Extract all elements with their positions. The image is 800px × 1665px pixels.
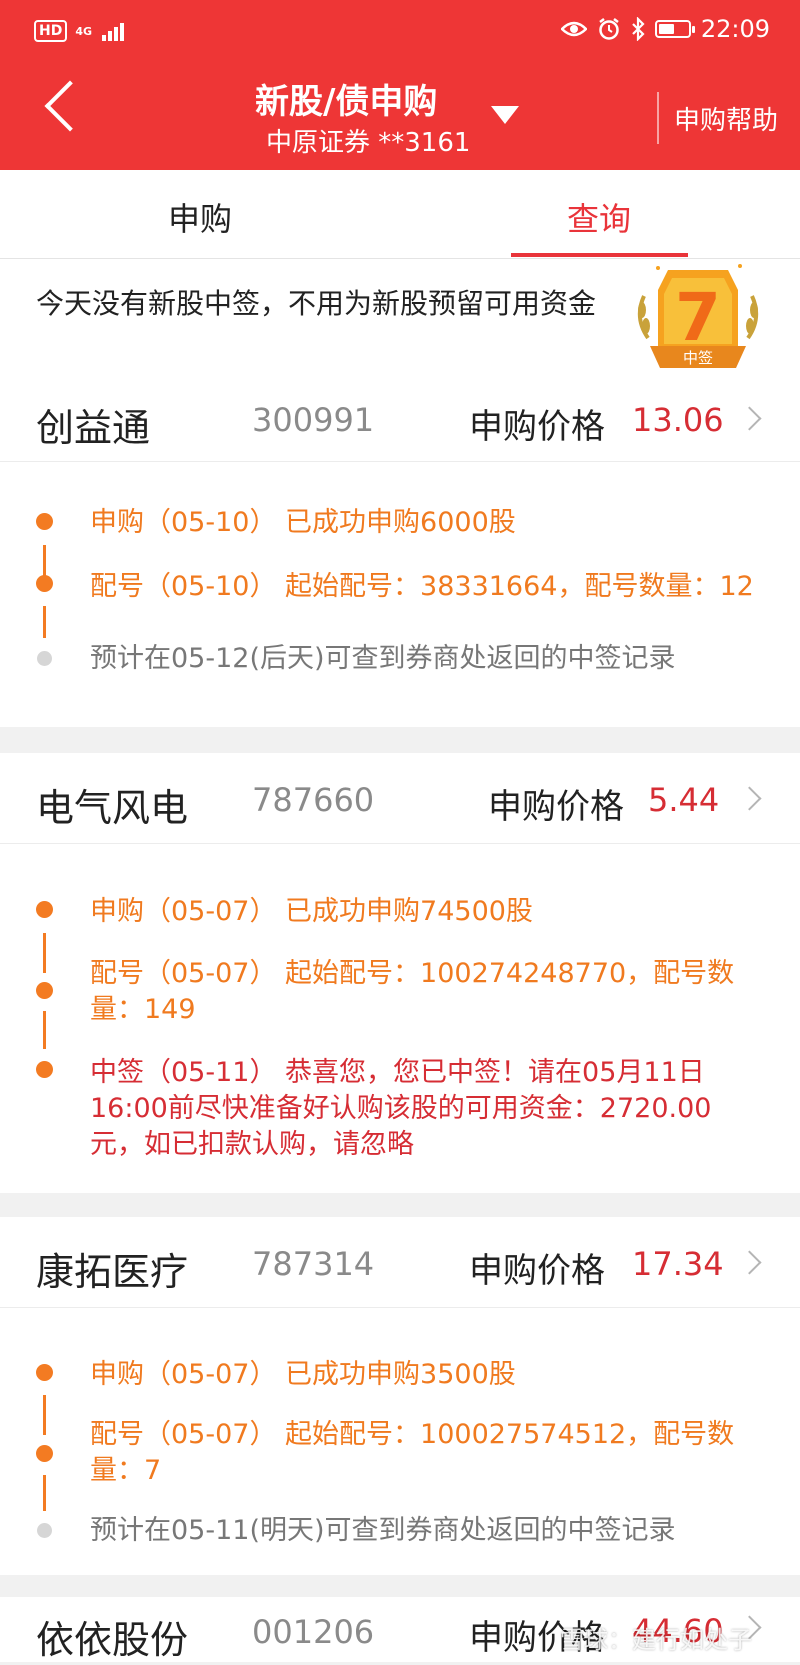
back-arrow-icon[interactable]	[44, 80, 96, 132]
timeline-line	[43, 545, 46, 579]
help-button[interactable]: 申购帮助	[674, 100, 778, 137]
price-label: 申购价格	[469, 1251, 605, 1291]
timeline-event: 申购（05-07） 已成功申购3500股	[90, 1359, 516, 1390]
tab-bar: 申购 查询	[0, 170, 800, 259]
chevron-right-icon[interactable]	[737, 1250, 762, 1275]
stock-name: 依依股份	[36, 1618, 189, 1662]
timeline-event: 预计在05-11(明天)可查到券商处返回的中签记录	[90, 1515, 676, 1546]
stock-name: 创益通	[36, 406, 151, 450]
price-label: 申购价格	[469, 407, 605, 447]
eye-icon	[560, 21, 587, 37]
timeline-dot	[37, 1523, 52, 1538]
timeline-line	[43, 1475, 46, 1511]
stock-name: 康拓医疗	[36, 1250, 189, 1294]
stock-card: 电气风电 787660 申购价格 5.44 申购（05-07） 已成功申购745…	[0, 753, 800, 1193]
timeline-event-won: 中签（05-11） 恭喜您，您已中签！请在05月11日16:00前尽快准备好认购…	[90, 1057, 712, 1160]
timeline-line	[43, 606, 46, 638]
timeline-event: 配号（05-07） 起始配号：100027574512，配号数量：7	[90, 1419, 735, 1486]
watermark: 雪球：建行如处子	[560, 1626, 752, 1654]
notice-text: 今天没有新股中签，不用为新股预留可用资金	[36, 287, 597, 320]
stock-card: 创益通 300991 申购价格 13.06 申购（05-10） 已成功申购600…	[0, 393, 800, 727]
timeline-event: 申购（05-10） 已成功申购6000股	[90, 507, 516, 538]
price-label: 申购价格	[488, 787, 624, 827]
stock-card-header[interactable]: 康拓医疗 787314 申购价格 17.34	[0, 1217, 800, 1308]
stock-price: 5.44	[648, 781, 720, 819]
timeline-line	[43, 933, 46, 973]
stock-card: 康拓医疗 787314 申购价格 17.34 申购（05-07） 已成功申购35…	[0, 1217, 800, 1575]
status-right: 22:09	[560, 15, 770, 43]
timeline-dot	[36, 1364, 53, 1381]
signal-icon	[102, 21, 125, 41]
stock-code: 787314	[252, 1245, 375, 1283]
app-header: HD 4G 22:09 新股/债申购 中原证券 **3161 申购帮助	[0, 0, 800, 170]
tab-query[interactable]: 查询	[567, 194, 631, 240]
status-bar: HD 4G 22:09	[0, 0, 800, 62]
header-divider	[657, 92, 659, 144]
timeline-dot	[36, 982, 53, 999]
hd-icon: HD	[34, 20, 68, 42]
badge-label: 中签	[683, 349, 713, 367]
stock-code: 300991	[252, 401, 375, 439]
timeline-line	[43, 1011, 46, 1049]
timeline-event: 配号（05-10） 起始配号：38331664，配号数量：12	[90, 571, 754, 602]
stock-code: 787660	[252, 781, 375, 819]
timeline-event: 申购（05-07） 已成功申购74500股	[90, 896, 533, 927]
stock-code: 001206	[252, 1613, 375, 1651]
page-title: 新股/债申购	[255, 82, 438, 122]
chevron-right-icon[interactable]	[737, 406, 762, 431]
badge-number: 7	[675, 279, 721, 356]
network-type: 4G	[75, 24, 93, 38]
timeline-dot	[36, 901, 53, 918]
timeline-dot	[36, 575, 53, 592]
timeline-dot	[36, 1445, 53, 1462]
account-subtitle[interactable]: 中原证券 **3161	[266, 122, 470, 159]
tab-apply[interactable]: 申购	[168, 194, 232, 240]
stock-price: 13.06	[632, 401, 724, 439]
account-dropdown-icon[interactable]	[491, 106, 519, 124]
bluetooth-icon	[632, 17, 645, 41]
lottery-badge-icon: 7 中签	[637, 264, 759, 368]
timeline-dot	[36, 513, 53, 530]
stock-price: 17.34	[632, 1245, 724, 1283]
timeline-line	[43, 1395, 46, 1435]
alarm-icon	[599, 18, 619, 40]
timeline-dot	[37, 651, 52, 666]
status-left: HD 4G	[34, 20, 125, 42]
chevron-right-icon[interactable]	[737, 786, 762, 811]
clock: 22:09	[700, 15, 770, 43]
timeline-dot	[36, 1061, 53, 1078]
timeline-event: 配号（05-07） 起始配号：100274248770，配号数量：149	[90, 958, 735, 1025]
active-tab-indicator	[511, 253, 688, 257]
stock-card-header[interactable]: 创益通 300991 申购价格 13.06	[0, 393, 800, 462]
timeline-event: 预计在05-12(后天)可查到券商处返回的中签记录	[90, 643, 676, 674]
battery-icon	[654, 20, 695, 38]
stock-card-header[interactable]: 电气风电 787660 申购价格 5.44	[0, 753, 800, 844]
stock-name: 电气风电	[36, 786, 189, 830]
